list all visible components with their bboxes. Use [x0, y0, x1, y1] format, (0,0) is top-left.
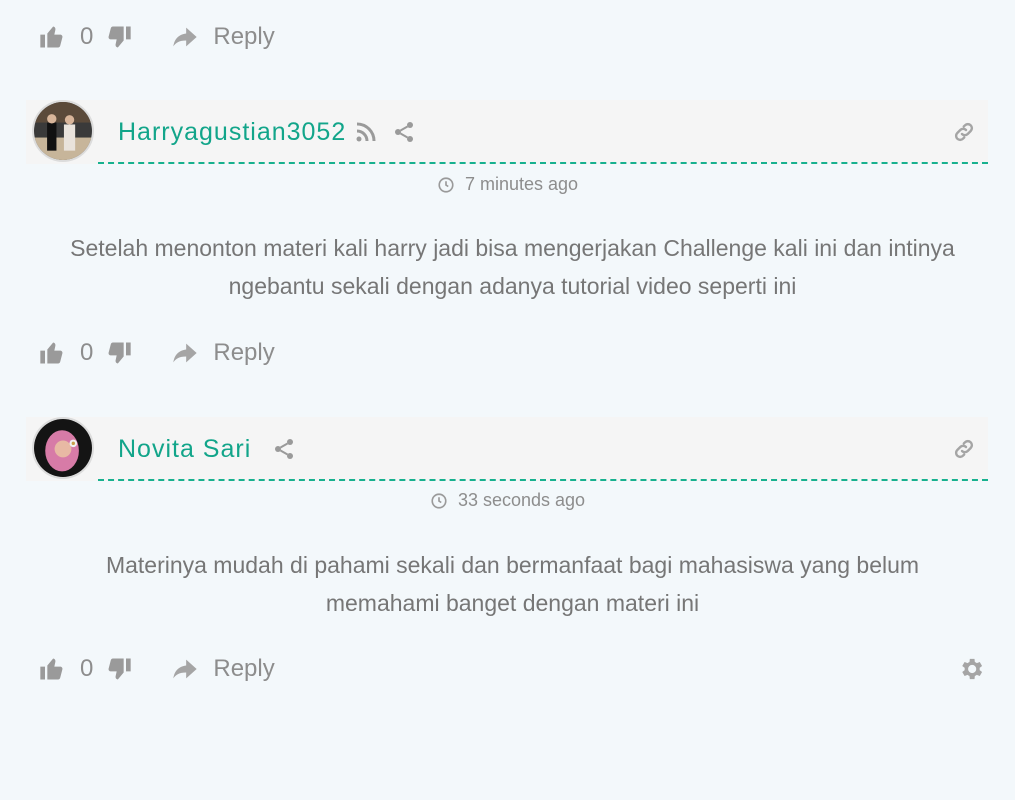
timestamp-text: 33 seconds ago: [457, 490, 586, 510]
comment-actions: 0 Reply: [38, 17, 275, 57]
reply-arrow-icon: [173, 659, 198, 679]
comment-timestamp[interactable]: 33 seconds ago: [0, 490, 1015, 511]
thumbs-up-icon[interactable]: [38, 23, 66, 51]
thumbs-down-icon[interactable]: [105, 339, 133, 367]
thumbs-up-icon[interactable]: [38, 655, 66, 683]
comment-timestamp[interactable]: 7 minutes ago: [0, 174, 1015, 195]
avatar[interactable]: [32, 417, 94, 479]
rss-icon[interactable]: [354, 120, 378, 144]
link-icon[interactable]: [952, 120, 976, 144]
comment-body: Materinya mudah di pahami sekali dan ber…: [105, 552, 920, 616]
thumbs-up-icon[interactable]: [38, 339, 66, 367]
reply-arrow-icon: [173, 27, 198, 47]
thumbs-down-icon[interactable]: [105, 655, 133, 683]
header-divider: [98, 162, 988, 164]
timestamp-text: 7 minutes ago: [464, 174, 579, 194]
comment-header: Harryagustian3052: [26, 100, 988, 164]
comment-author[interactable]: Harryagustian3052: [118, 118, 346, 147]
vote-count: 0: [80, 23, 94, 50]
comment-header: Novita Sari: [26, 417, 988, 481]
vote-count: 0: [80, 339, 94, 366]
clock-icon: [431, 492, 447, 509]
share-icon[interactable]: [272, 437, 296, 461]
header-divider: [98, 479, 988, 481]
reply-button[interactable]: Reply: [171, 339, 275, 367]
reply-button[interactable]: Reply: [171, 23, 275, 51]
avatar[interactable]: [32, 100, 94, 162]
link-icon[interactable]: [952, 437, 976, 461]
comment-body: Setelah menonton materi kali harry jadi …: [70, 235, 955, 299]
reply-arrow-icon: [173, 343, 198, 363]
reply-label: Reply: [213, 339, 275, 366]
comment-actions: 0 Reply: [38, 649, 275, 689]
gear-icon: [962, 658, 983, 680]
share-icon[interactable]: [392, 120, 416, 144]
comment-actions: 0 Reply: [38, 333, 275, 373]
reply-label: Reply: [213, 655, 275, 682]
vote-count: 0: [80, 655, 94, 682]
reply-button[interactable]: Reply: [171, 655, 275, 683]
settings-button[interactable]: [956, 654, 986, 684]
reply-label: Reply: [213, 23, 275, 50]
thumbs-down-icon[interactable]: [105, 23, 133, 51]
clock-icon: [438, 176, 454, 193]
comment-author[interactable]: Novita Sari: [118, 435, 251, 464]
